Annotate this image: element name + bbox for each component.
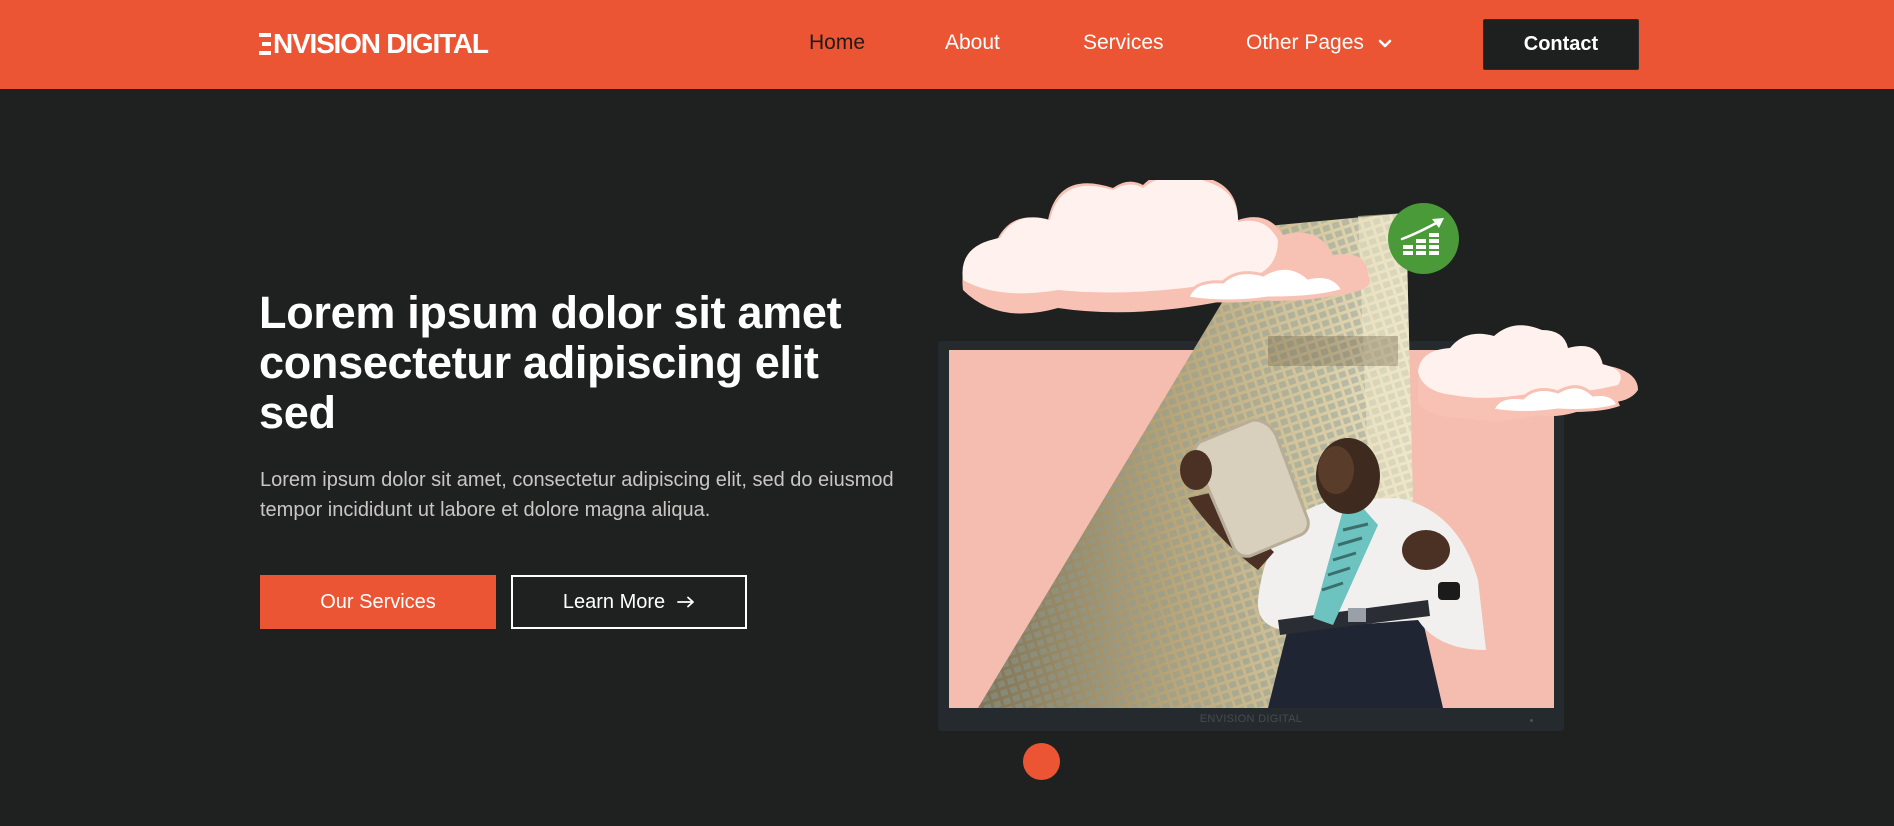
our-services-button[interactable]: Our Services <box>260 575 496 629</box>
logo-mark-icon <box>259 33 271 55</box>
contact-button[interactable]: Contact <box>1483 19 1639 70</box>
brand-logo[interactable]: NVISION DIGITAL <box>259 28 489 60</box>
nav-item-other-pages[interactable]: Other Pages <box>1246 31 1392 55</box>
cloud-top-image <box>962 180 1370 314</box>
nav-item-home[interactable]: Home <box>809 31 865 55</box>
brand-name: NVISION DIGITAL <box>273 28 489 59</box>
slider-dot-active[interactable] <box>1023 743 1060 780</box>
learn-more-button[interactable]: Learn More <box>511 575 747 629</box>
learn-more-button-label: Learn More <box>562 590 666 613</box>
nav-item-other-pages-label: Other Pages <box>1246 31 1364 54</box>
hero-subtitle: Lorem ipsum dolor sit amet, consectetur … <box>260 469 894 521</box>
site-header: NVISION DIGITAL Home About Services Othe… <box>0 0 1894 89</box>
our-services-button-label: Our Services <box>320 590 436 613</box>
cloud-right-image <box>1418 325 1638 421</box>
hero-title: Lorem ipsum dolor sit amet consectetur a… <box>259 287 842 438</box>
nav-item-services[interactable]: Services <box>1083 31 1164 55</box>
chevron-down-icon <box>1378 30 1392 54</box>
nav-item-about[interactable]: About <box>945 31 1000 55</box>
hero-illustration <box>962 180 1638 708</box>
arrow-right-icon <box>677 591 695 614</box>
growth-chart-icon <box>1388 203 1459 274</box>
